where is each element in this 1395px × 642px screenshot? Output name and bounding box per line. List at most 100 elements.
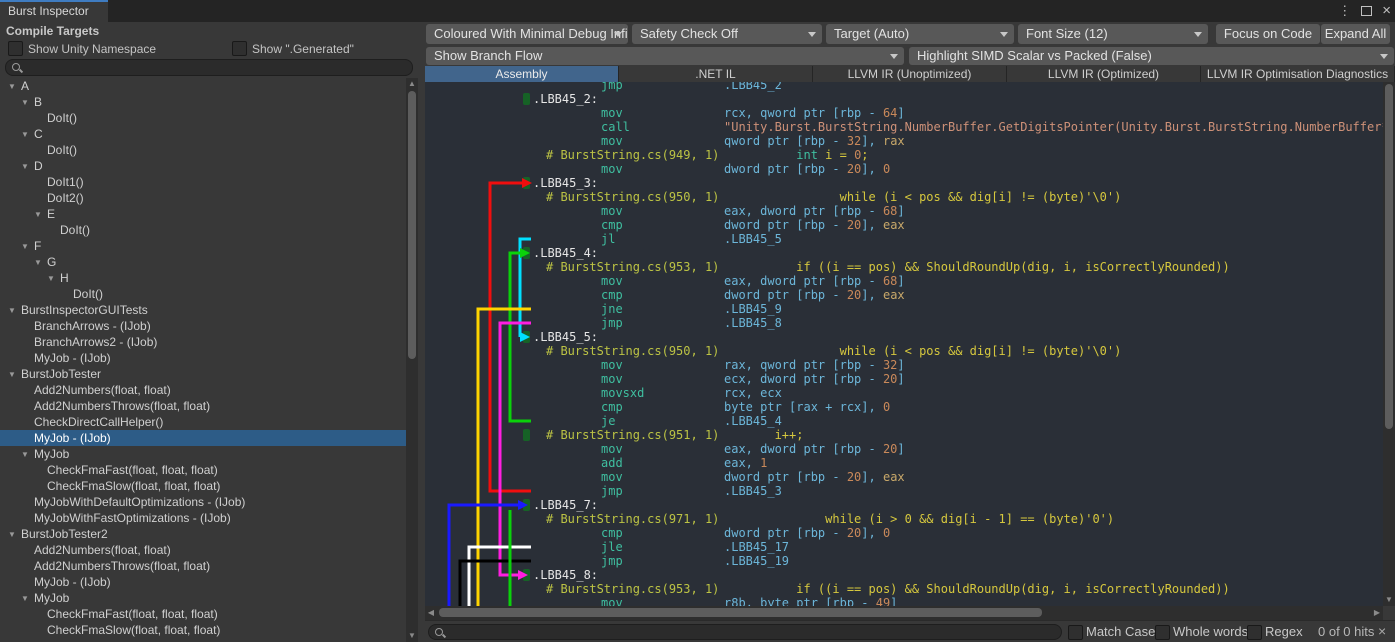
simd-highlight-dropdown[interactable]: Highlight SIMD Scalar vs Packed (False) xyxy=(909,47,1394,65)
collapse-arrow-icon[interactable]: ▼ xyxy=(47,271,60,287)
collapse-arrow-icon[interactable]: ▼ xyxy=(34,255,47,271)
mnemonic: call xyxy=(601,120,630,134)
mnemonic: mov xyxy=(601,204,623,218)
scroll-right-icon[interactable]: ▶ xyxy=(1371,606,1383,620)
block-marker xyxy=(523,331,530,343)
tree-item-myjobwithfastoptimizations-ijob[interactable]: MyJobWithFastOptimizations - (IJob) xyxy=(0,510,406,526)
tab-llvm-ir-unoptimized[interactable]: LLVM IR (Unoptimized) xyxy=(813,66,1007,82)
tree-item-c[interactable]: ▼C xyxy=(0,126,406,142)
collapse-arrow-icon[interactable]: ▼ xyxy=(21,159,34,175)
tree-item-burstjobtester[interactable]: ▼BurstJobTester xyxy=(0,366,406,382)
tree-item-add2numbers-float-float[interactable]: Add2Numbers(float, float) xyxy=(0,382,406,398)
tree-item-b[interactable]: ▼B xyxy=(0,94,406,110)
tree-item-e[interactable]: ▼E xyxy=(0,206,406,222)
tree-item-doit[interactable]: DoIt() xyxy=(0,222,406,238)
tree-item-h[interactable]: ▼H xyxy=(0,270,406,286)
tree-item-myjob-ijob[interactable]: MyJob - (IJob) xyxy=(0,430,406,446)
window-menu-icon[interactable]: ⋮ xyxy=(1338,0,1351,22)
show-unity-namespace-checkbox[interactable] xyxy=(8,41,23,56)
tree-item-myjob-ijob[interactable]: MyJob - (IJob) xyxy=(0,350,406,366)
tree-item-a[interactable]: ▼A xyxy=(0,78,406,94)
target-dropdown[interactable]: Target (Auto) xyxy=(826,24,1014,44)
scroll-down-icon[interactable]: ▼ xyxy=(1383,594,1395,606)
font-size-dropdown[interactable]: Font Size (12) xyxy=(1018,24,1208,44)
targets-search-box[interactable] xyxy=(5,59,413,76)
collapse-arrow-icon[interactable]: ▼ xyxy=(21,447,34,463)
tree-item-f[interactable]: ▼F xyxy=(0,238,406,254)
safety-check-dropdown-label: Safety Check Off xyxy=(640,26,738,41)
tab-llvm-ir-optimisation-diagnostics[interactable]: LLVM IR Optimisation Diagnostics xyxy=(1201,66,1395,82)
tree-item-label: CheckFmaSlow(float, float, float) xyxy=(47,479,220,493)
tree-scrollbar[interactable]: ▲ ▼ xyxy=(406,78,418,642)
tree-item-add2numbersthrows-float-float[interactable]: Add2NumbersThrows(float, float) xyxy=(0,558,406,574)
scroll-left-icon[interactable]: ◀ xyxy=(425,606,437,620)
assembly-code-view[interactable]: jmp.LBB45_2.LBB45_2:movrcx, qword ptr [r… xyxy=(425,82,1383,606)
tree-item-label: F xyxy=(34,239,41,253)
mnemonic: jle xyxy=(601,540,623,554)
whole-words-checkbox[interactable] xyxy=(1155,625,1170,640)
collapse-arrow-icon[interactable]: ▼ xyxy=(21,591,34,607)
code-vscrollbar-thumb[interactable] xyxy=(1385,84,1393,429)
tree-item-d[interactable]: ▼D xyxy=(0,158,406,174)
collapse-arrow-icon[interactable]: ▼ xyxy=(21,239,34,255)
scroll-down-icon[interactable]: ▼ xyxy=(406,630,418,642)
tree-item-myjob[interactable]: ▼MyJob xyxy=(0,590,406,606)
collapse-arrow-icon[interactable]: ▼ xyxy=(34,207,47,223)
tree-item-doit[interactable]: DoIt() xyxy=(0,110,406,126)
collapse-arrow-icon[interactable]: ▼ xyxy=(8,367,21,383)
close-icon[interactable]: × xyxy=(1382,1,1391,21)
focus-on-code-button[interactable]: Focus on Code xyxy=(1216,24,1320,44)
collapse-arrow-icon[interactable]: ▼ xyxy=(21,95,34,111)
tree-item-checkdirectcallhelper[interactable]: CheckDirectCallHelper() xyxy=(0,414,406,430)
tab-net-il[interactable]: .NET IL xyxy=(619,66,813,82)
tree-scrollbar-thumb[interactable] xyxy=(408,91,416,359)
tree-item-checkfmafast-float-float-float[interactable]: CheckFmaFast(float, float, float) xyxy=(0,606,406,622)
collapse-arrow-icon[interactable]: ▼ xyxy=(21,127,34,143)
code-hscrollbar-thumb[interactable] xyxy=(439,608,1042,617)
tree-item-doit2[interactable]: DoIt2() xyxy=(0,190,406,206)
tree-item-myjob-ijob[interactable]: MyJob - (IJob) xyxy=(0,574,406,590)
show-branch-flow-dropdown[interactable]: Show Branch Flow xyxy=(426,47,904,65)
code-line: movdword ptr [rbp - 20], 0 xyxy=(425,162,1383,176)
tree-item-checkfmafast-float-float-float[interactable]: CheckFmaFast(float, float, float) xyxy=(0,462,406,478)
collapse-arrow-icon[interactable]: ▼ xyxy=(8,527,21,543)
show-generated-checkbox[interactable] xyxy=(232,41,247,56)
operands: ecx, dword ptr [rbp - 20] xyxy=(724,372,905,386)
tree-item-brancharrows-ijob[interactable]: BranchArrows - (IJob) xyxy=(0,318,406,334)
tree-item-burstinspectorguitests[interactable]: ▼BurstInspectorGUITests xyxy=(0,302,406,318)
match-case-checkbox[interactable] xyxy=(1068,625,1083,640)
targets-search-input[interactable] xyxy=(22,60,412,77)
tree-item-burstjobtester2[interactable]: ▼BurstJobTester2 xyxy=(0,526,406,542)
tree-item-add2numbersthrows-float-float[interactable]: Add2NumbersThrows(float, float) xyxy=(0,398,406,414)
tree-item-myjob[interactable]: ▼MyJob xyxy=(0,446,406,462)
find-search-box[interactable] xyxy=(428,624,1062,640)
tree-item-add2numbers-float-float[interactable]: Add2Numbers(float, float) xyxy=(0,542,406,558)
find-close-icon[interactable]: × xyxy=(1378,623,1386,639)
tree-item-brancharrows2-ijob[interactable]: BranchArrows2 - (IJob) xyxy=(0,334,406,350)
search-icon xyxy=(435,628,443,636)
block-marker xyxy=(523,247,530,259)
collapse-arrow-icon[interactable]: ▼ xyxy=(8,303,21,319)
maximize-icon[interactable] xyxy=(1361,6,1372,16)
tree-item-checkfmaslow-float-float-float[interactable]: CheckFmaSlow(float, float, float) xyxy=(0,478,406,494)
tree-item-myjobwithdefaultoptimizations-ijob[interactable]: MyJobWithDefaultOptimizations - (IJob) xyxy=(0,494,406,510)
whole-words-label: Whole words xyxy=(1173,624,1248,639)
tab-llvm-ir-optimized[interactable]: LLVM IR (Optimized) xyxy=(1007,66,1201,82)
debug-info-dropdown[interactable]: Coloured With Minimal Debug Infi xyxy=(426,24,628,44)
tree-item-checkfmaslow-float-float-float[interactable]: CheckFmaSlow(float, float, float) xyxy=(0,622,406,638)
tab-assembly[interactable]: Assembly xyxy=(425,66,619,82)
scroll-up-icon[interactable]: ▲ xyxy=(406,78,418,90)
expand-all-button[interactable]: Expand All xyxy=(1321,24,1390,44)
collapse-arrow-icon[interactable]: ▼ xyxy=(8,79,21,95)
tree-item-doit[interactable]: DoIt() xyxy=(0,286,406,302)
safety-check-dropdown[interactable]: Safety Check Off xyxy=(632,24,822,44)
tree-item-label: DoIt2() xyxy=(47,191,84,205)
code-vertical-scrollbar[interactable]: ▼ xyxy=(1383,82,1395,606)
tree-item-doit1[interactable]: DoIt1() xyxy=(0,174,406,190)
tree-item-doit[interactable]: DoIt() xyxy=(0,142,406,158)
code-horizontal-scrollbar[interactable]: ◀ ▶ xyxy=(425,606,1383,620)
burst-inspector-tab[interactable]: Burst Inspector xyxy=(0,0,108,22)
find-search-input[interactable] xyxy=(445,625,1061,641)
regex-checkbox[interactable] xyxy=(1247,625,1262,640)
tree-item-g[interactable]: ▼G xyxy=(0,254,406,270)
